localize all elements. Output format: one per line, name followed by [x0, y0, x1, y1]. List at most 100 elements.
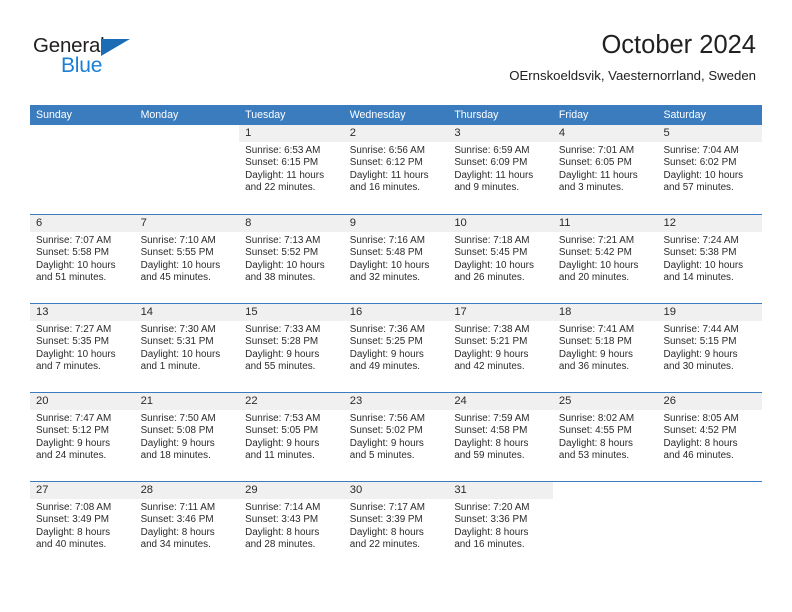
day-number-band: 27 [30, 482, 135, 499]
daylight-duration-line-2: and 9 minutes. [454, 181, 520, 193]
daylight-duration-line-2: and 34 minutes. [140, 538, 211, 550]
day-sun-info: Sunrise: 7:20 AM Sunset: 3:36 PM Daylight:… [448, 499, 553, 551]
calendar-day-cell[interactable]: 31 Sunrise: 7:20 AM Sunset: 3:36 PM Dayligh… [448, 482, 553, 570]
calendar-day-cell[interactable]: 17 Sunrise: 7:38 AM Sunset: 5:21 PM Dayligh… [448, 304, 553, 392]
general-blue-logo[interactable]: General Blue [33, 35, 173, 84]
calendar-day-cell[interactable]: 16 Sunrise: 7:36 AM Sunset: 5:25 PM Dayligh… [343, 304, 449, 392]
calendar-day-cell[interactable]: 30 Sunrise: 7:17 AM Sunset: 3:39 PM Dayligh… [343, 482, 449, 570]
daylight-duration-line-2: and 16 minutes. [454, 538, 525, 550]
day-number-band: 24 [448, 393, 553, 410]
daylight-duration-line-2: and 30 minutes. [663, 360, 734, 372]
calendar-day-cell[interactable]: 6 Sunrise: 7:07 AM Sunset: 5:58 PM Daylight… [30, 215, 135, 303]
calendar-day-cell[interactable]: 20 Sunrise: 7:47 AM Sunset: 5:12 PM Dayligh… [30, 393, 135, 481]
day-number-band: 10 [448, 215, 553, 232]
daylight-duration-line-1: Daylight: 9 hours [558, 348, 633, 360]
day-number: 12 [663, 217, 676, 229]
calendar-day-cell[interactable]: 11 Sunrise: 7:21 AM Sunset: 5:42 PM Dayligh… [552, 215, 658, 303]
daylight-duration-line-2: and 46 minutes. [663, 449, 734, 461]
day-number-band: 2 [343, 125, 449, 142]
daylight-duration-line-1: Daylight: 10 hours [140, 259, 221, 271]
daylight-duration-line-1: Daylight: 9 hours [140, 437, 215, 449]
weekday-header-saturday: Saturday [663, 109, 706, 121]
calendar-day-cell[interactable]: 21 Sunrise: 7:50 AM Sunset: 5:08 PM Dayligh… [134, 393, 240, 481]
day-number-band: 26 [657, 393, 763, 410]
sunrise-time: Sunrise: 7:21 AM [558, 235, 635, 246]
sunrise-time: Sunrise: 7:20 AM [454, 502, 530, 513]
sunset-time: Sunset: 3:36 PM [454, 514, 528, 526]
day-number: 13 [36, 306, 49, 318]
sunset-time: Sunset: 5:55 PM [140, 247, 214, 259]
sunset-time: Sunset: 6:12 PM [349, 157, 423, 169]
calendar-day-cell[interactable]: 13 Sunrise: 7:27 AM Sunset: 5:35 PM Dayligh… [30, 304, 135, 392]
weekday-header-row: Sunday Monday Tuesday Wednesday Thursday… [30, 105, 762, 125]
calendar-day-cell[interactable]: 26 Sunrise: 8:05 AM Sunset: 4:52 PM Dayligh… [657, 393, 763, 481]
day-number-band: 30 [343, 482, 449, 499]
day-number-band: 13 [30, 304, 135, 321]
weekday-header-monday: Monday [140, 109, 179, 121]
title-block: October 2024 OErnskoeldsvik, Vaesternorr… [509, 31, 756, 83]
day-sun-info: Sunrise: 8:05 AM Sunset: 4:52 PM Daylight:… [657, 410, 762, 462]
day-sun-info: Sunrise: 8:02 AM Sunset: 4:55 PM Daylight:… [553, 410, 658, 462]
day-number-band: 7 [134, 215, 240, 232]
calendar-day-cell[interactable]: 2 Sunrise: 6:56 AM Sunset: 6:12 PM Daylight… [343, 125, 449, 214]
day-number: 5 [663, 127, 670, 139]
sunset-time: Sunset: 5:25 PM [349, 336, 423, 348]
calendar-day-cell[interactable]: 19 Sunrise: 7:44 AM Sunset: 5:15 PM Dayligh… [657, 304, 763, 392]
calendar-day-cell[interactable]: 7 Sunrise: 7:10 AM Sunset: 5:55 PM Daylight… [134, 215, 240, 303]
sunset-time: Sunset: 3:43 PM [245, 514, 319, 526]
daylight-duration-line-1: Daylight: 10 hours [558, 259, 639, 271]
calendar-grid: Sunday Monday Tuesday Wednesday Thursday… [30, 105, 763, 570]
logo-triangle-icon [101, 39, 130, 56]
sunset-time: Sunset: 3:49 PM [36, 514, 110, 526]
day-sun-info: Sunrise: 6:56 AM Sunset: 6:12 PM Daylight:… [344, 142, 449, 194]
day-number-band: 15 [239, 304, 344, 321]
calendar-day-cell[interactable]: 5 Sunrise: 7:04 AM Sunset: 6:02 PM Daylight… [657, 125, 763, 214]
weekday-header-wednesday: Wednesday [349, 109, 406, 121]
sunset-time: Sunset: 6:15 PM [245, 157, 319, 169]
calendar-day-cell[interactable]: 24 Sunrise: 7:59 AM Sunset: 4:58 PM Dayligh… [448, 393, 553, 481]
calendar-day-cell[interactable]: 27 Sunrise: 7:08 AM Sunset: 3:49 PM Dayligh… [30, 482, 135, 570]
day-sun-info: Sunrise: 7:47 AM Sunset: 5:12 PM Daylight:… [30, 410, 135, 462]
sunrise-time: Sunrise: 7:18 AM [454, 235, 530, 246]
calendar-day-cell[interactable]: 15 Sunrise: 7:33 AM Sunset: 5:28 PM Dayligh… [239, 304, 344, 392]
daylight-duration-line-2: and 57 minutes. [663, 181, 734, 193]
day-number-band: 31 [448, 482, 553, 499]
calendar-day-cell[interactable]: 8 Sunrise: 7:13 AM Sunset: 5:52 PM Daylight… [239, 215, 344, 303]
page-title: October 2024 [601, 31, 756, 59]
calendar-day-cell[interactable]: 23 Sunrise: 7:56 AM Sunset: 5:02 PM Dayligh… [343, 393, 449, 481]
daylight-duration-line-2: and 20 minutes. [558, 271, 630, 283]
calendar-day-cell[interactable]: 3 Sunrise: 6:59 AM Sunset: 6:09 PM Daylight… [448, 125, 553, 214]
calendar-page: General Blue October 2024 OErnskoeldsvik… [0, 0, 792, 612]
calendar-day-cell[interactable]: 1 Sunrise: 6:53 AM Sunset: 6:15 PM Daylight… [239, 125, 344, 214]
calendar-day-cell[interactable]: 12 Sunrise: 7:24 AM Sunset: 5:38 PM Dayligh… [657, 215, 763, 303]
sunrise-time: Sunrise: 7:53 AM [245, 413, 321, 424]
day-sun-info: Sunrise: 7:21 AM Sunset: 5:42 PM Daylight:… [553, 232, 658, 284]
daylight-duration-line-1: Daylight: 11 hours [245, 169, 325, 181]
daylight-duration-line-1: Daylight: 9 hours [663, 348, 738, 360]
sunrise-time: Sunrise: 6:59 AM [454, 145, 530, 156]
calendar-day-cell[interactable]: 29 Sunrise: 7:14 AM Sunset: 3:43 PM Dayligh… [239, 482, 344, 570]
calendar-day-cell[interactable]: 18 Sunrise: 7:41 AM Sunset: 5:18 PM Dayligh… [552, 304, 658, 392]
calendar-day-cell[interactable]: 28 Sunrise: 7:11 AM Sunset: 3:46 PM Dayligh… [134, 482, 240, 570]
calendar-day-cell[interactable]: 14 Sunrise: 7:30 AM Sunset: 5:31 PM Dayligh… [134, 304, 240, 392]
sunrise-time: Sunrise: 7:33 AM [245, 324, 321, 335]
page-subtitle: OErnskoeldsvik, Vaesternorrland, Sweden [509, 68, 756, 84]
calendar-week-row: 27 Sunrise: 7:08 AM Sunset: 3:49 PM Dayligh… [30, 481, 763, 570]
day-number: 11 [558, 217, 571, 229]
calendar-day-cell[interactable]: 9 Sunrise: 7:16 AM Sunset: 5:48 PM Daylight… [343, 215, 449, 303]
day-number: 23 [349, 395, 363, 407]
day-number: 2 [349, 127, 356, 139]
calendar-day-cell[interactable]: 4 Sunrise: 7:01 AM Sunset: 6:05 PM Daylight… [552, 125, 658, 214]
sunset-time: Sunset: 6:09 PM [454, 157, 528, 169]
day-number-band: 22 [239, 393, 344, 410]
calendar-week-row: 1 Sunrise: 6:53 AM Sunset: 6:15 PM Daylight… [30, 125, 763, 214]
calendar-day-cell[interactable]: 22 Sunrise: 7:53 AM Sunset: 5:05 PM Dayligh… [239, 393, 344, 481]
sunset-time: Sunset: 5:02 PM [349, 425, 423, 437]
day-sun-info: Sunrise: 6:53 AM Sunset: 6:15 PM Daylight:… [239, 142, 344, 194]
sunset-time: Sunset: 5:48 PM [349, 247, 423, 259]
day-number-band: 9 [343, 215, 449, 232]
calendar-day-cell[interactable]: 10 Sunrise: 7:18 AM Sunset: 5:45 PM Dayligh… [448, 215, 553, 303]
day-number: 27 [36, 484, 49, 496]
calendar-day-cell[interactable]: 25 Sunrise: 8:02 AM Sunset: 4:55 PM Dayligh… [552, 393, 658, 481]
day-number: 9 [349, 217, 356, 229]
